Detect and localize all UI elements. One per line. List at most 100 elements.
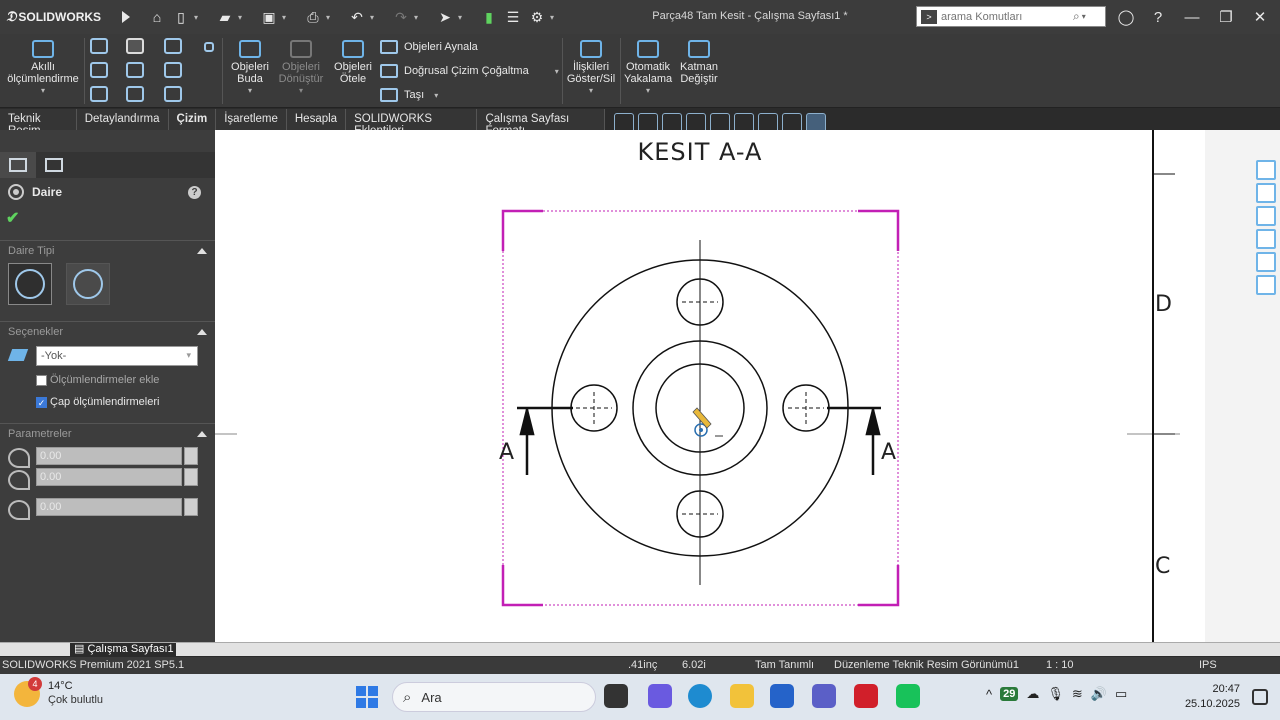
outlook-icon[interactable] (770, 684, 794, 708)
layer-select[interactable]: -Yok- ▾ (36, 346, 198, 366)
search-icon[interactable]: ⌕ (1073, 9, 1080, 24)
sheet-tab[interactable]: ▤ Çalışma Sayfası1 (70, 643, 176, 657)
move-entities-button[interactable]: Taşı ▾ (380, 88, 438, 102)
line-icon[interactable] (90, 38, 108, 54)
feature-tree-tab[interactable] (36, 152, 72, 178)
section-label-right[interactable]: A (881, 440, 896, 465)
center-y-spinner[interactable] (184, 468, 198, 486)
start-button[interactable] (356, 686, 378, 708)
print-icon[interactable]: ⎙ (302, 6, 324, 28)
unit-system[interactable]: IPS (1199, 659, 1217, 671)
sheet-scale[interactable]: 1 : 10 (1046, 659, 1074, 671)
tray-app-badge[interactable]: 29 (1000, 687, 1019, 701)
help-icon[interactable]: ? (188, 186, 201, 199)
options-group[interactable]: Seçenekler (0, 321, 215, 341)
open-dropdown-icon[interactable]: ▾ (238, 13, 248, 22)
weather-widget[interactable]: 4 14°C Çok bulutlu (14, 676, 103, 707)
checkbox-box[interactable]: ✓ (36, 396, 47, 408)
restore-icon[interactable]: ❐ (1214, 6, 1238, 28)
rectangle-icon[interactable] (90, 62, 108, 78)
quick-snaps-button[interactable]: Otomatik Yakalama ▾ (624, 40, 672, 97)
tab-calisma-sayfasi-formati[interactable]: Çalışma Sayfası Formatı (477, 109, 605, 137)
slot-icon[interactable] (90, 86, 108, 102)
options-dropdown-icon[interactable]: ▾ (550, 13, 560, 22)
circle-type-group[interactable]: Daire Tipi (0, 240, 215, 260)
center-y-field[interactable]: 0.00 (36, 468, 182, 486)
task-view-icon[interactable] (604, 684, 628, 708)
print-dropdown-icon[interactable]: ▾ (326, 13, 336, 22)
tab-detaylandirma[interactable]: Detaylandırma (77, 109, 169, 130)
diameter-dimensions-checkbox[interactable]: ✓ Çap ölçümlendirmeleri (36, 396, 159, 408)
chevron-up-icon[interactable]: ^ (986, 687, 992, 702)
parameters-group[interactable]: Parametreler (0, 423, 215, 443)
tab-solidworks-eklentileri[interactable]: SOLIDWORKS Eklentileri (346, 109, 478, 137)
volume-icon[interactable]: 🔊 (1091, 686, 1107, 702)
fillet-icon[interactable] (164, 86, 182, 102)
menu-expand-icon[interactable] (122, 11, 130, 23)
section-label-left[interactable]: A (499, 440, 514, 465)
custom-properties-icon[interactable] (1256, 275, 1276, 295)
trim-entities-button[interactable]: Objeleri Buda ▾ (226, 40, 274, 97)
select-cursor-icon[interactable]: ➤ (434, 6, 456, 28)
save-dropdown-icon[interactable]: ▾ (282, 13, 292, 22)
cloud-icon[interactable]: ☁ (1026, 686, 1039, 702)
collapse-icon[interactable] (197, 430, 207, 437)
clock[interactable]: 20:47 25.10.2025 (1180, 682, 1240, 712)
search-input[interactable] (941, 10, 1071, 23)
offset-entities-button[interactable]: Objeleri Ötele (330, 40, 376, 85)
file-properties-icon[interactable]: ☰ (502, 6, 524, 28)
new-dropdown-icon[interactable]: ▾ (194, 13, 204, 22)
teams-icon[interactable] (812, 684, 836, 708)
spline-icon[interactable] (164, 38, 182, 54)
drawing-view[interactable] (215, 130, 1280, 642)
ellipse-icon[interactable] (164, 62, 182, 78)
home-icon[interactable]: ⌂ (146, 6, 168, 28)
microphone-icon[interactable]: 🎙 (1047, 686, 1064, 702)
center-x-field[interactable]: 0.00 (36, 447, 182, 465)
linear-pattern-button[interactable]: Doğrusal Çizim Çoğaltma ▾ (380, 64, 559, 78)
center-circle-button[interactable] (8, 263, 52, 305)
options-gear-icon[interactable]: ⚙ (526, 6, 548, 28)
point-icon[interactable] (204, 42, 214, 52)
appearances-icon[interactable] (1256, 252, 1276, 272)
command-search[interactable]: > ⌕ ▾ (916, 6, 1106, 27)
tab-teknik-resim[interactable]: Teknik Resim (0, 109, 77, 137)
design-library-icon[interactable] (1256, 183, 1276, 203)
rebuild-icon[interactable]: ▮ (478, 6, 500, 28)
property-manager-tab[interactable] (0, 152, 36, 178)
circle-icon[interactable] (126, 38, 144, 54)
select-dropdown-icon[interactable]: ▾ (458, 13, 468, 22)
ok-check-icon[interactable]: ✔ (6, 208, 19, 228)
tab-cizim[interactable]: Çizim (169, 109, 217, 130)
undo-icon[interactable]: ↶ (346, 6, 368, 28)
new-document-icon[interactable]: ▯ (170, 6, 192, 28)
change-layer-button[interactable]: Katman Değiştir (676, 40, 722, 85)
file-explorer-icon[interactable] (1256, 206, 1276, 226)
file-explorer-icon[interactable] (730, 684, 754, 708)
smart-dimension-button[interactable]: Akıllı ölçümlendirme ▾ (4, 40, 82, 97)
tab-hesapla[interactable]: Hesapla (287, 109, 347, 130)
checkbox-box[interactable] (36, 374, 47, 386)
taskbar-search[interactable]: ⌕ Ara (392, 682, 596, 712)
radius-field[interactable]: 0.00 (36, 498, 182, 516)
collapse-icon[interactable] (197, 328, 207, 335)
solidworks-resources-icon[interactable] (1256, 160, 1276, 180)
perimeter-circle-button[interactable] (66, 263, 110, 305)
notification-icon[interactable] (1252, 689, 1268, 705)
wifi-icon[interactable]: ≋ (1072, 686, 1083, 702)
arc-icon[interactable] (126, 86, 144, 102)
view-palette-icon[interactable] (1256, 229, 1276, 249)
user-account-icon[interactable]: ◯ (1114, 6, 1138, 28)
display-relations-button[interactable]: İlişkileri Göster/Sil ▾ (565, 40, 617, 97)
save-icon[interactable]: ▣ (258, 6, 280, 28)
open-folder-icon[interactable]: ▰ (214, 6, 236, 28)
add-dimensions-checkbox[interactable]: Ölçümlendirmeler ekle (36, 374, 159, 386)
polygon-icon[interactable] (126, 62, 144, 78)
edit-mode[interactable]: Düzenleme Teknik Resim Görünümü1 (834, 659, 1019, 671)
solidworks-taskbar-icon[interactable] (854, 684, 878, 708)
minimize-icon[interactable]: — (1180, 6, 1204, 28)
game-app-icon[interactable] (896, 684, 920, 708)
collapse-icon[interactable] (197, 247, 207, 254)
help-icon[interactable]: ? (1146, 6, 1170, 28)
copilot-icon[interactable] (648, 684, 672, 708)
